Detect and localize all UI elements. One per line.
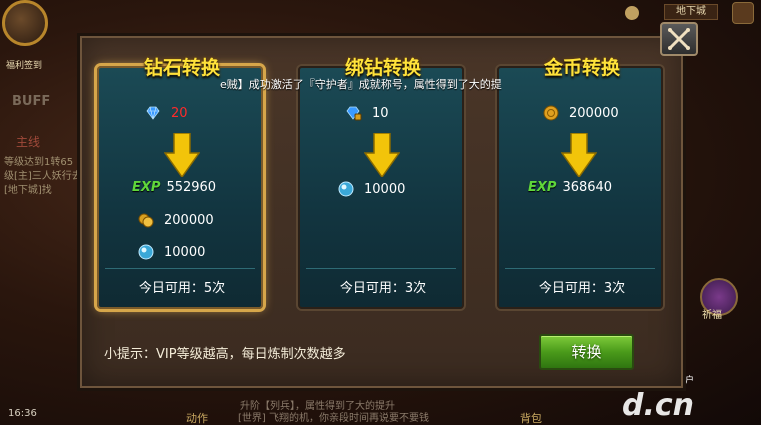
settings-icon[interactable]	[625, 6, 639, 20]
divider	[306, 268, 456, 269]
hint-text: 小提示：VIP等级越高，每日炼制次数越多	[104, 347, 346, 362]
action-button[interactable]: 动作	[186, 410, 208, 425]
cost-row: 200000	[543, 105, 619, 121]
close-icon	[668, 28, 690, 50]
cost-row: 20	[145, 105, 188, 121]
bound-value: 10000	[364, 181, 406, 197]
orb-icon	[138, 244, 154, 260]
gold-coin-icon	[543, 105, 559, 121]
quest-title[interactable]: 主线	[16, 133, 40, 150]
clock: 16:36	[8, 408, 37, 419]
daily-limit: 今日可用：5次	[138, 281, 226, 296]
map-icon[interactable]	[732, 2, 754, 24]
cost-row: 10	[346, 105, 389, 121]
divider	[505, 268, 655, 269]
orb-icon	[338, 181, 354, 197]
location-label: 地下城	[664, 4, 718, 20]
convert-button[interactable]: 转换	[539, 334, 634, 370]
bound-diamond-icon	[346, 106, 362, 121]
daily-limit: 今日可用：3次	[538, 281, 626, 296]
exp-label: EXP	[132, 180, 161, 195]
player-avatar[interactable]	[2, 0, 48, 46]
gold-row: 200000	[138, 212, 214, 228]
divider	[105, 268, 255, 269]
bag-button[interactable]: 背包	[520, 410, 542, 425]
left-hud: 福利签到 BUFF 主线 等级达到1转65级[主]三人妖行去[地下城]找 16:…	[0, 0, 82, 425]
exp-value: 368640	[562, 180, 613, 195]
exp-row: EXP 552960	[132, 180, 216, 195]
bound-value: 10000	[164, 244, 206, 260]
exp-row: EXP 368640	[528, 180, 612, 195]
gold-coins-icon	[138, 213, 154, 228]
cost-value: 10	[372, 105, 389, 121]
close-button[interactable]	[660, 22, 698, 56]
arrow-down-icon	[163, 132, 201, 179]
pray-label: 祈福	[702, 310, 722, 321]
bound-row: 10000	[138, 244, 205, 260]
arrow-down-icon	[363, 132, 401, 179]
quest-text[interactable]: 等级达到1转65级[主]三人妖行去[地下城]找	[4, 156, 82, 198]
daily-limit: 今日可用：3次	[339, 281, 427, 296]
exp-label: EXP	[528, 180, 557, 195]
bound-row: 10000	[338, 181, 405, 197]
arrow-down-icon	[560, 132, 598, 179]
exp-value: 552960	[166, 180, 217, 195]
avatar-label: 福利签到	[6, 61, 43, 71]
system-banner: e贼】成功激活了『守护者』成就称号，属性得到了大的提	[220, 78, 502, 91]
diamond-icon	[146, 106, 160, 120]
cost-value: 20	[171, 105, 188, 121]
gold-value: 200000	[164, 212, 214, 228]
buff-button[interactable]: BUFF	[12, 94, 50, 109]
cost-value: 200000	[569, 105, 619, 121]
chat-line: [世界] 飞翔的机，你亲段时间再说要不要钱	[238, 413, 429, 424]
watermark-logo: d.cn	[622, 388, 695, 423]
